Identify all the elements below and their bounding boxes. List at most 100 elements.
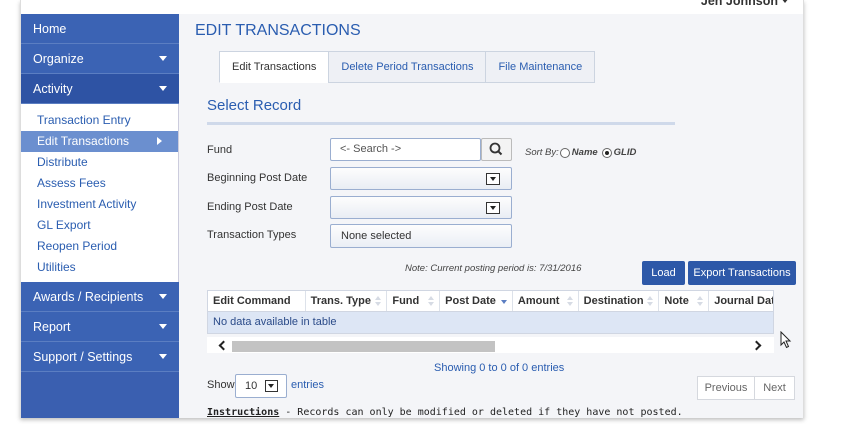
export-transactions-button[interactable]: Export Transactions (688, 261, 796, 285)
mouse-cursor-icon (780, 331, 792, 349)
user-menu[interactable]: Jen Johnson (701, 0, 789, 8)
sidebar-item-assess-fees[interactable]: Assess Fees (21, 173, 178, 194)
page-length-select[interactable]: 10 (235, 374, 287, 398)
page-length-value: 10 (245, 380, 258, 392)
sidebar: Home Organize Activity Transaction Entry… (21, 14, 179, 418)
sidebar-item-transaction-entry[interactable]: Transaction Entry (21, 110, 178, 131)
ending-post-date-select[interactable] (330, 196, 512, 219)
main-content: EDIT TRANSACTIONS Edit Transactions Dele… (179, 14, 803, 418)
page-title: EDIT TRANSACTIONS (195, 22, 361, 39)
chevron-down-icon (159, 86, 167, 91)
transaction-types-label: Transaction Types (207, 229, 297, 241)
col-label: Amount (517, 295, 560, 307)
sidebar-item-utilities[interactable]: Utilities (21, 257, 178, 278)
chevron-down-icon (781, 0, 789, 3)
nav-awards-label: Awards / Recipients (33, 290, 144, 304)
nav-report-label: Report (33, 320, 71, 334)
col-post-date[interactable]: Post Date (440, 291, 513, 311)
tab-delete-period-transactions[interactable]: Delete Period Transactions (328, 51, 487, 83)
sidebar-item-investment-activity[interactable]: Investment Activity (21, 194, 178, 215)
sort-name-label: Name (571, 147, 598, 158)
dropdown-arrow-icon (265, 380, 278, 392)
nav-activity[interactable]: Activity (21, 74, 179, 104)
chevron-down-icon (159, 324, 167, 329)
sort-icon (428, 296, 435, 306)
sidebar-item-reopen-period[interactable]: Reopen Period (21, 236, 178, 257)
instructions-body: - Records can only be modified or delete… (279, 407, 683, 418)
horizontal-scrollbar[interactable] (207, 337, 774, 353)
sort-icon (647, 296, 654, 306)
posting-period-note: Note: Current posting period is: 7/31/20… (405, 263, 582, 274)
section-divider (207, 122, 675, 125)
activity-submenu: Transaction Entry Edit Transactions Dist… (21, 104, 179, 282)
col-amount[interactable]: Amount (513, 291, 579, 311)
app-window: Jen Johnson Home Organize Activity Trans… (20, 0, 804, 418)
table-header: Edit Command Trans. Type Fund Post Date … (207, 290, 774, 312)
scroll-right-icon[interactable] (751, 340, 762, 351)
search-icon (489, 142, 503, 156)
nav-home-label: Home (33, 22, 67, 36)
col-fund[interactable]: Fund (387, 291, 441, 311)
show-label: Show (207, 379, 235, 391)
section-title: Select Record (207, 97, 302, 114)
table-info: Showing 0 to 0 of 0 entries (434, 362, 565, 374)
chevron-right-icon (157, 137, 162, 145)
fund-label: Fund (207, 144, 233, 156)
user-name: Jen Johnson (700, 0, 778, 8)
col-label: Post Date (445, 295, 496, 307)
nav-awards-recipients[interactable]: Awards / Recipients (21, 282, 179, 312)
nav-report[interactable]: Report (21, 312, 179, 342)
load-button[interactable]: Load (642, 261, 685, 285)
sort-name-radio[interactable] (559, 147, 570, 158)
nav-organize-label: Organize (33, 52, 84, 66)
sidebar-item-gl-export[interactable]: GL Export (21, 215, 178, 236)
sort-icon (697, 296, 704, 306)
col-label: Destination (583, 295, 644, 307)
sort-by-group: Sort By: Name GLID (525, 147, 639, 158)
sidebar-item-distribute[interactable]: Distribute (21, 152, 178, 173)
col-label: Note (664, 295, 689, 307)
col-label: Edit Command (213, 295, 291, 307)
ending-post-date-label: Ending Post Date (207, 201, 293, 213)
dropdown-arrow-icon (486, 202, 500, 214)
sort-glid-label: GLID (613, 147, 637, 158)
tab-bar: Edit Transactions Delete Period Transact… (219, 51, 596, 83)
sort-icon (375, 296, 382, 306)
nav-support-label: Support / Settings (33, 350, 133, 364)
col-destination[interactable]: Destination (579, 291, 660, 311)
search-button[interactable] (481, 138, 512, 161)
col-label: Journal Date (714, 295, 773, 307)
nav-support-settings[interactable]: Support / Settings (21, 342, 179, 372)
col-edit-command[interactable]: Edit Command (208, 291, 306, 311)
nav-activity-label: Activity (33, 82, 73, 96)
scroll-thumb[interactable] (232, 341, 495, 352)
previous-page-button[interactable]: Previous (697, 376, 755, 400)
tab-edit-transactions[interactable]: Edit Transactions (219, 51, 330, 83)
fund-search-input[interactable]: <- Search -> (330, 138, 481, 161)
col-note[interactable]: Note (659, 291, 710, 311)
sort-icon (566, 296, 573, 306)
col-label: Trans. Type (310, 295, 371, 307)
instructions-text: Instructions - Records can only be modif… (207, 407, 683, 418)
chevron-down-icon (159, 56, 167, 61)
sidebar-item-edit-transactions[interactable]: Edit Transactions (21, 131, 178, 152)
chevron-down-icon (159, 354, 167, 359)
beginning-post-date-label: Beginning Post Date (207, 172, 308, 184)
tab-file-maintenance[interactable]: File Maintenance (485, 51, 596, 83)
sort-glid-radio[interactable] (601, 147, 612, 158)
entries-label: entries (291, 379, 325, 391)
col-trans-type[interactable]: Trans. Type (306, 291, 388, 311)
nav-home[interactable]: Home (21, 14, 179, 44)
next-page-button[interactable]: Next (754, 376, 795, 400)
col-journal-date[interactable]: Journal Date (709, 291, 773, 311)
sidebar-item-label: Edit Transactions (37, 134, 130, 148)
sort-descending-icon (500, 300, 507, 304)
instructions-heading: Instructions (207, 407, 280, 418)
empty-table-message: No data available in table (207, 312, 774, 334)
nav-organize[interactable]: Organize (21, 44, 179, 74)
sort-by-label: Sort By: (525, 147, 559, 158)
scroll-left-icon[interactable] (218, 340, 229, 351)
transaction-types-select[interactable]: None selected (330, 224, 512, 248)
beginning-post-date-select[interactable] (330, 167, 512, 190)
dropdown-arrow-icon (486, 173, 500, 185)
